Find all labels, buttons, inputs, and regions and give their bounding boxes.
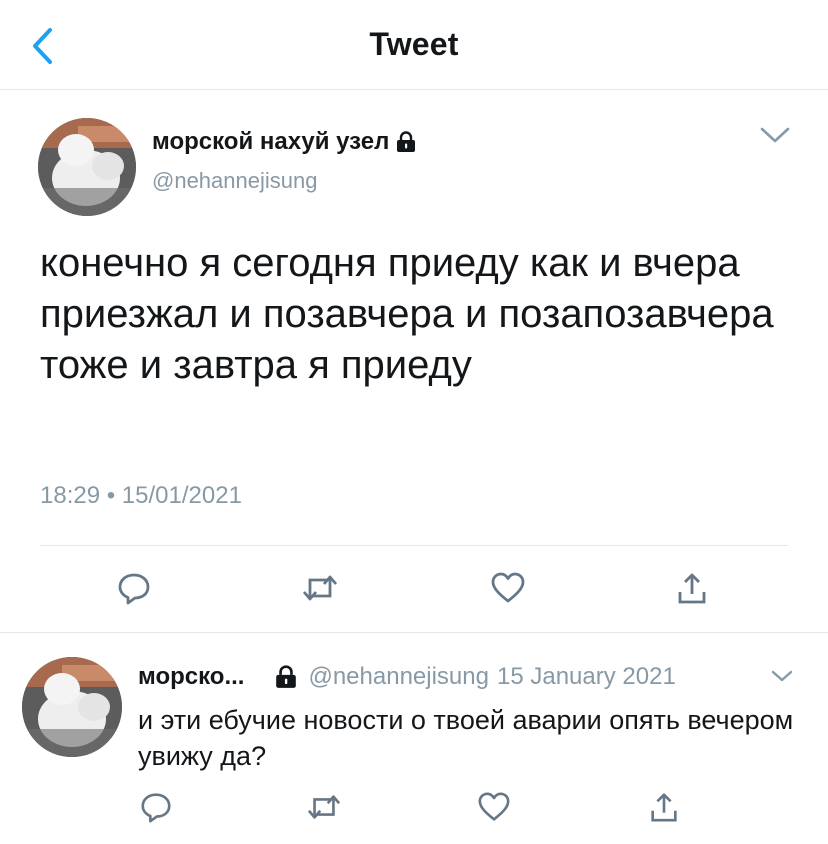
retweet-icon bbox=[307, 795, 341, 819]
reply-button[interactable] bbox=[134, 785, 178, 829]
chevron-down-icon bbox=[760, 127, 790, 143]
like-icon bbox=[491, 572, 525, 603]
avatar-image bbox=[38, 118, 136, 216]
author-name-row: морской нахуй узел bbox=[152, 128, 417, 156]
tweet-timestamp: 18:29 • 15/01/2021 bbox=[40, 482, 242, 509]
reply-icon bbox=[118, 573, 150, 605]
lock-icon bbox=[276, 665, 297, 688]
like-button[interactable] bbox=[472, 785, 516, 829]
divider bbox=[0, 632, 828, 633]
avatar[interactable] bbox=[22, 657, 122, 757]
reply-icon bbox=[141, 793, 171, 823]
more-options-button[interactable] bbox=[758, 124, 792, 146]
share-button[interactable] bbox=[642, 785, 686, 829]
tweet-text: и эти ебучие новости о твоей аварии опят… bbox=[138, 705, 794, 771]
chevron-down-icon bbox=[771, 670, 793, 682]
display-name[interactable]: морской нахуй узел bbox=[152, 128, 389, 156]
like-icon bbox=[478, 792, 510, 821]
avatar-image bbox=[22, 657, 122, 757]
display-name[interactable]: морско... bbox=[138, 663, 244, 691]
reply-header: морско... @nehannejisung 15 January 2021 bbox=[138, 660, 676, 694]
retweet-icon bbox=[302, 575, 338, 601]
retweet-button[interactable] bbox=[302, 785, 346, 829]
tweet-text: конечно я сегодня приеду как и вчера при… bbox=[40, 241, 774, 387]
share-button[interactable] bbox=[670, 566, 714, 610]
share-icon bbox=[678, 573, 706, 604]
user-handle[interactable]: @nehannejisung bbox=[152, 168, 317, 194]
tweet-date: 15 January 2021 bbox=[496, 663, 676, 690]
page-title: Tweet bbox=[369, 26, 459, 62]
more-options-button[interactable] bbox=[770, 668, 794, 684]
reply-button[interactable] bbox=[112, 566, 156, 610]
lock-icon bbox=[397, 131, 416, 152]
divider bbox=[40, 545, 788, 546]
like-button[interactable] bbox=[486, 566, 530, 610]
avatar[interactable] bbox=[38, 118, 136, 216]
user-handle[interactable]: @nehannejisung bbox=[308, 663, 489, 691]
share-icon bbox=[651, 793, 677, 822]
retweet-button[interactable] bbox=[298, 566, 342, 610]
top-bar: Tweet bbox=[0, 0, 828, 90]
